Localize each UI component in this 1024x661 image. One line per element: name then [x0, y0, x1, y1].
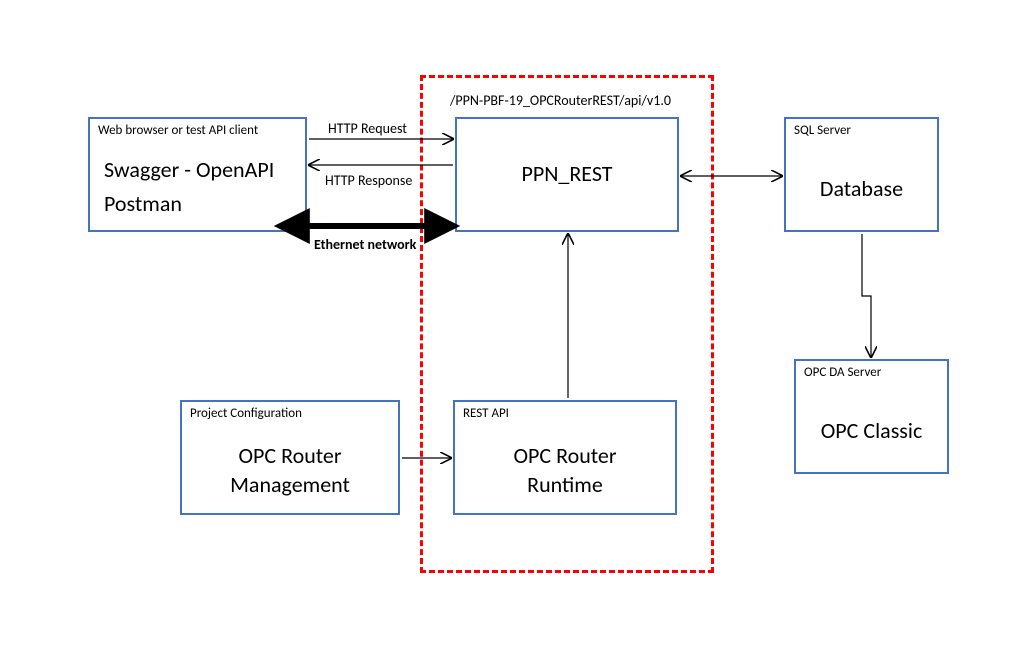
mgmt-box: Project Configuration OPC Router Managem…	[180, 400, 400, 515]
sql-main: Database	[786, 175, 937, 204]
mgmt-title: Project Configuration	[190, 406, 302, 421]
runtime-box: REST API OPC Router Runtime	[453, 400, 677, 515]
client-line2: Postman	[104, 189, 274, 219]
mgmt-line2: Management	[182, 471, 398, 500]
runtime-title: REST API	[463, 406, 509, 421]
sql-box: SQL Server Database	[784, 117, 939, 232]
opcda-main: OPC Classic	[796, 417, 947, 446]
runtime-line2: Runtime	[455, 471, 675, 500]
sql-title: SQL Server	[794, 123, 851, 138]
url-label: /PPN-PBF-19_OPCRouterREST/api/v1.0	[450, 92, 671, 109]
runtime-line1: OPC Router	[455, 442, 675, 471]
http-response-label: HTTP Response	[325, 172, 412, 189]
ppn-rest-box: PPN_REST	[455, 117, 679, 232]
http-request-label: HTTP Request	[328, 120, 407, 137]
client-box: Web browser or test API client Swagger -…	[88, 117, 307, 232]
ppn-rest-main: PPN_REST	[457, 160, 677, 189]
opcda-title: OPC DA Server	[804, 365, 881, 380]
client-box-title: Web browser or test API client	[98, 123, 258, 138]
mgmt-line1: OPC Router	[182, 442, 398, 471]
ethernet-label: Ethernet network	[314, 236, 416, 253]
arrow-db-opc	[862, 234, 871, 357]
opcda-box: OPC DA Server OPC Classic	[794, 359, 949, 474]
client-line1: Swagger - OpenAPI	[104, 155, 274, 185]
